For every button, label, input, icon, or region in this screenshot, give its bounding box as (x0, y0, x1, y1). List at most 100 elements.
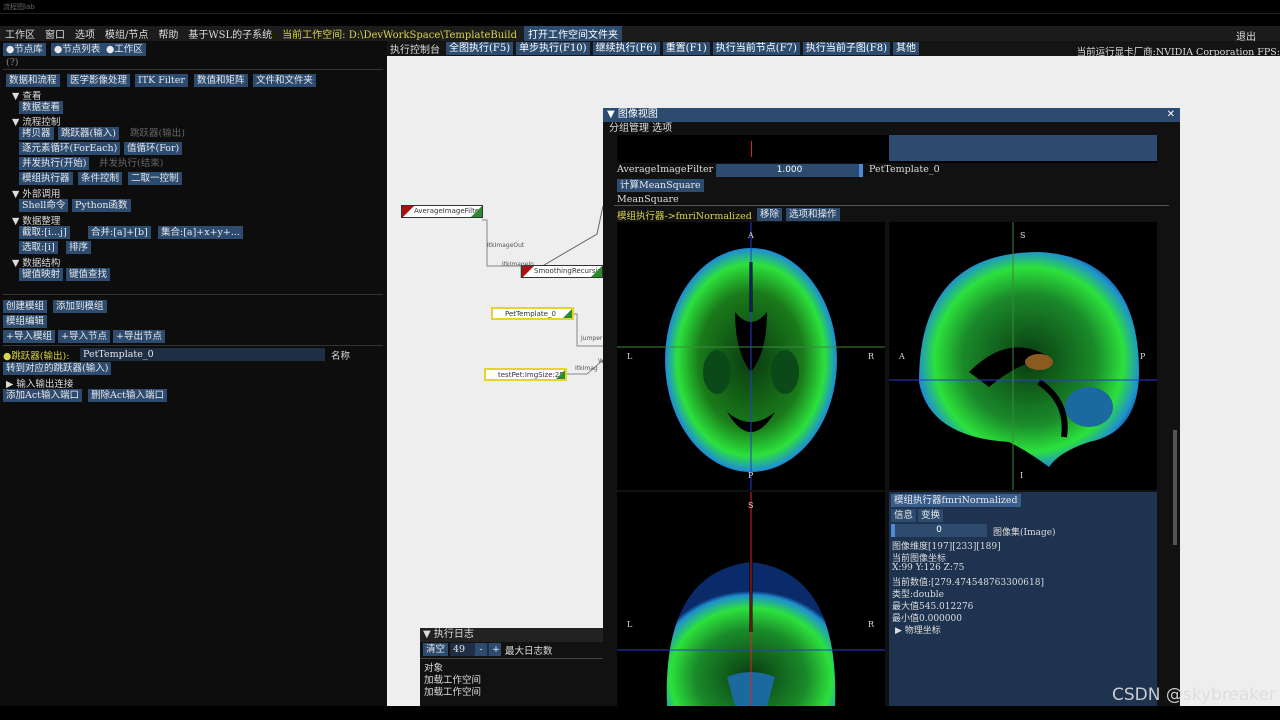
info-tab-info[interactable]: 信息 (891, 509, 917, 522)
log-count-input[interactable]: 49 (450, 643, 494, 656)
filter-slider-value: 1.000 (776, 165, 803, 175)
menu-help[interactable]: 帮助 (153, 26, 183, 41)
metric-label: MeanSquare (617, 194, 679, 205)
coronal-label-right: R (868, 620, 875, 629)
copier-button[interactable]: 拷贝器 (19, 127, 54, 140)
add-to-module-button[interactable]: 添加到模组 (53, 300, 107, 313)
menu-workspace[interactable]: 工作区 (0, 26, 40, 41)
create-module-button[interactable]: 创建模组 (3, 300, 48, 313)
menu-modules[interactable]: 模组/节点 (100, 26, 153, 41)
section-external[interactable]: ▼ 外部调用 (12, 186, 60, 200)
tab-node-library[interactable]: ●节点库 (3, 43, 46, 56)
section-flow-control[interactable]: ▼ 流程控制 (12, 114, 60, 128)
category-files[interactable]: 文件和文件夹 (253, 74, 317, 87)
image-view-scrollbar[interactable] (1173, 430, 1177, 545)
menu-wsl[interactable]: 基于WSL的子系统 (183, 26, 277, 41)
parallel-start-button[interactable]: 并发执行(开始) (19, 157, 90, 170)
info-tab-transform[interactable]: 变换 (918, 509, 944, 522)
name-label: 名称 (331, 351, 351, 362)
import-module-button[interactable]: +导入模组 (3, 330, 55, 343)
sort-button[interactable]: 排序 (66, 241, 92, 254)
category-medical-imaging[interactable]: 医学影像处理 (67, 74, 131, 87)
jumper-output-label: ●跳跃器(输出): (3, 351, 70, 362)
for-loop-button[interactable]: 值循环(For) (124, 142, 183, 155)
data-view-button[interactable]: 数据查看 (19, 101, 64, 114)
coronal-view[interactable]: S L R (617, 492, 885, 706)
export-node-button[interactable]: +导出节点 (113, 330, 165, 343)
log-plus-button[interactable]: + (489, 643, 501, 656)
node-average-image-filter[interactable]: AverageImageFilter (401, 205, 483, 218)
select-button[interactable]: 选取:[i] (19, 241, 58, 254)
section-data-struct[interactable]: ▼ 数据结构 (12, 255, 60, 269)
python-function-button[interactable]: Python函数 (72, 199, 131, 212)
filter-target-label: PetTemplate_0 (869, 164, 940, 175)
image-view-menu[interactable]: 分组管理 选项 (603, 122, 1180, 135)
window-titlebar: 流程图lab (0, 0, 1280, 14)
axial-label-right: R (868, 352, 875, 361)
log-minus-button[interactable]: - (475, 643, 487, 656)
calc-meansquare-button[interactable]: 计算MeanSquare (617, 179, 704, 192)
category-numeric-matrix[interactable]: 数值和矩阵 (194, 74, 248, 87)
step-button[interactable]: 单步执行(F10) (516, 42, 590, 55)
axial-label-left: L (627, 352, 633, 361)
remove-button[interactable]: 移除 (757, 208, 783, 221)
shell-command-button[interactable]: Shell命令 (19, 199, 69, 212)
sagittal-view[interactable]: S I A P (889, 222, 1157, 490)
sagittal-label-top: S (1020, 231, 1026, 240)
category-itk-filter[interactable]: ITK Filter (135, 74, 188, 87)
wire-label: ItkImageIn (502, 261, 534, 268)
bottom-strip (0, 706, 1280, 720)
menu-window[interactable]: 窗口 (40, 26, 70, 41)
image-index-slider[interactable]: 0 (891, 524, 987, 537)
set-button[interactable]: 集合:[a]+x+y+... (158, 226, 243, 239)
merge-button[interactable]: 合并:[a]+[b] (88, 226, 151, 239)
io-connection-toggle[interactable]: ▶ 输入输出连接 (6, 376, 73, 390)
slice-button[interactable]: 截取:[i...j] (19, 226, 70, 239)
filter-slider[interactable]: 1.000 (716, 164, 863, 177)
import-node-button[interactable]: +导入节点 (58, 330, 110, 343)
close-icon[interactable]: ✕ (1167, 108, 1175, 122)
node-pet-template[interactable]: PetTemplate_0 (491, 307, 574, 320)
node-test-pet[interactable]: testPet:ImgSize:256 (484, 368, 567, 381)
jumper-input-button[interactable]: 跳跃器(输入) (58, 127, 119, 140)
foreach-button[interactable]: 逐元素循环(ForEach) (19, 142, 121, 155)
run-all-button[interactable]: 全图执行(F5) (446, 42, 514, 55)
log-clear-button[interactable]: 清空 (423, 643, 449, 656)
open-workspace-folder-button[interactable]: 打开工作空间文件夹 (524, 26, 622, 41)
delete-act-port-button[interactable]: 删除Act输入端口 (88, 389, 167, 402)
section-data-arrange[interactable]: ▼ 数据整理 (12, 213, 60, 227)
info-title: 模组执行器fmriNormalized (891, 494, 1021, 507)
module-edit-button[interactable]: 模组编辑 (3, 315, 48, 328)
module-executor-button[interactable]: 模组执行器 (19, 172, 73, 185)
continue-button[interactable]: 继续执行(F6) (592, 42, 660, 55)
reset-button[interactable]: 重置(F1) (662, 42, 710, 55)
kv-lookup-button[interactable]: 键值查找 (66, 268, 111, 281)
section-view[interactable]: ▼ 查看 (12, 88, 41, 102)
tab-node-list[interactable]: ●节点列表 (51, 43, 104, 56)
axial-view[interactable]: A P L R (617, 222, 885, 490)
add-act-port-button[interactable]: 添加Act输入端口 (3, 389, 82, 402)
jumper-name-input[interactable]: PetTemplate_0 (80, 348, 325, 361)
coronal-brain-image (617, 492, 885, 706)
two-choose-one-button[interactable]: 二取一控制 (128, 172, 182, 185)
jumper-output-button[interactable]: 跳跃器(输出) (127, 127, 188, 140)
image-info-panel: 模组执行器fmriNormalized 信息 变换 0 图像集(Image) 图… (889, 492, 1157, 706)
run-subgraph-button[interactable]: 执行当前子图(F8) (802, 42, 891, 55)
workspace-path: 当前工作空间: D:\DevWorkSpace\TemplateBuild (282, 30, 517, 41)
physical-coord-toggle[interactable]: ▶ 物理坐标 (895, 623, 941, 636)
log-window: ▼ 执行日志 清空 49 - + 最大日志数 对象 加载工作空间 加载工作空间 (420, 628, 603, 706)
other-button[interactable]: 其他 (893, 42, 920, 55)
image-view-titlebar[interactable]: ▼ 图像视图 ✕ (603, 108, 1180, 122)
sagittal-label-bottom: I (1020, 471, 1024, 480)
parallel-end-button[interactable]: 并发执行(结束) (96, 157, 166, 170)
menu-options[interactable]: 选项 (70, 26, 100, 41)
run-node-button[interactable]: 执行当前节点(F7) (712, 42, 800, 55)
kv-map-button[interactable]: 键值映射 (19, 268, 64, 281)
tab-workspace[interactable]: ●工作区 (103, 43, 146, 56)
category-data-flow[interactable]: 数据和流程 (6, 74, 60, 87)
goto-jumper-input-button[interactable]: 转到对应的跳跃器(输入) (3, 362, 112, 375)
condition-control-button[interactable]: 条件控制 (78, 172, 123, 185)
current-coord: X:99 Y:126 Z:75 (892, 563, 965, 573)
options-ops-button[interactable]: 选项和操作 (786, 208, 840, 221)
image-view-title: ▼ 图像视图 (607, 109, 658, 120)
